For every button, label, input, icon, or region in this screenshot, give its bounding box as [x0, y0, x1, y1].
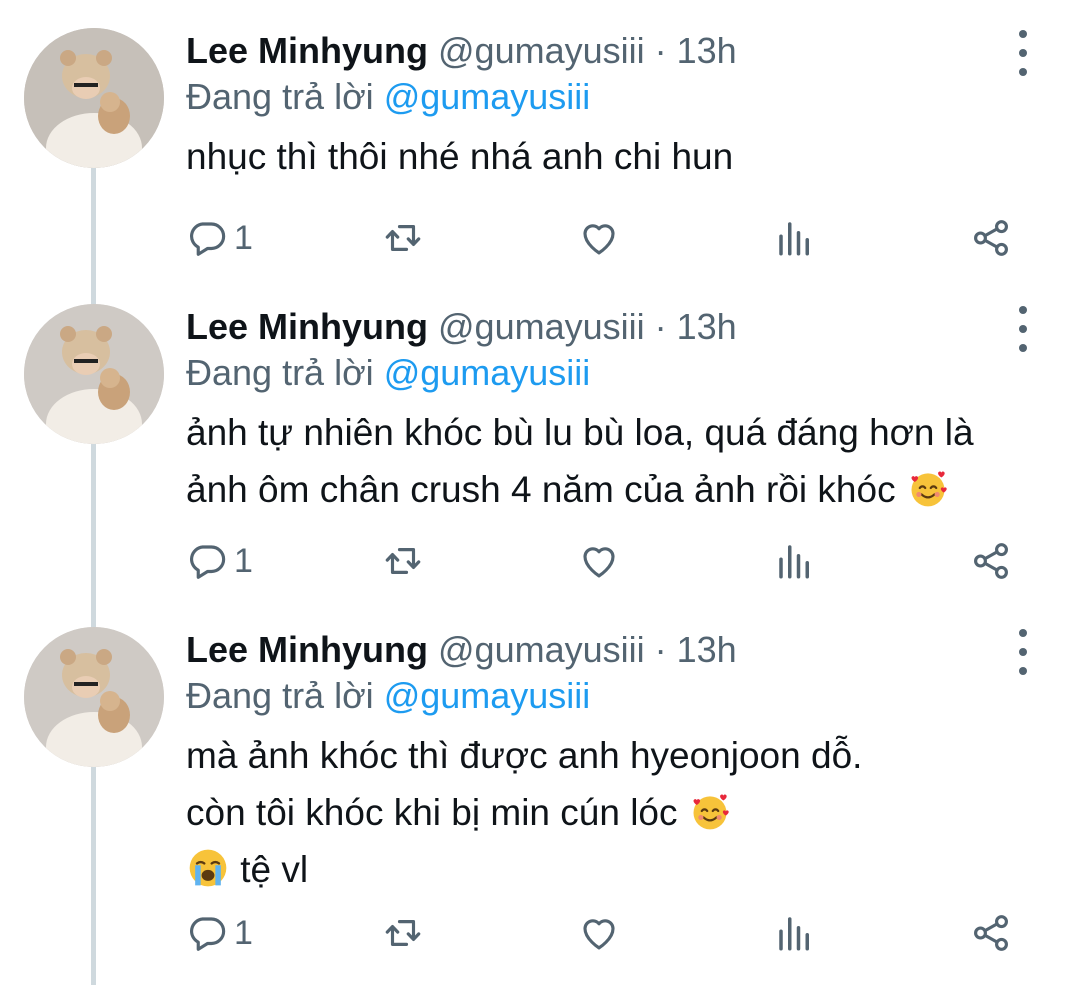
analytics-icon: [779, 917, 809, 951]
mention-link[interactable]: @gumayusiii: [384, 352, 591, 393]
more-vertical-icon: [1019, 30, 1027, 38]
separator: ·: [644, 306, 677, 347]
display-name[interactable]: Lee Minhyung: [186, 306, 428, 347]
tweet-text: ảnh tự nhiên khóc bù lu bù loa, quá đáng…: [186, 404, 1030, 518]
like-button[interactable]: [578, 536, 620, 586]
reply-count: 1: [234, 913, 253, 952]
tweet-header: Lee Minhyung @gumayusiii · 13h: [186, 627, 1030, 673]
heart-icon: [583, 919, 615, 950]
timestamp[interactable]: 13h: [677, 629, 737, 670]
retweet-icon: [385, 920, 421, 946]
avatar[interactable]: [24, 304, 164, 444]
replying-label: Đang trả lời: [186, 76, 384, 117]
tweet[interactable]: Lee Minhyung @gumayusiii · 13h Đang trả …: [0, 620, 1080, 985]
timestamp[interactable]: 13h: [677, 306, 737, 347]
tweet-text-line: còn tôi khóc khi bị min cún lóc: [186, 792, 678, 833]
reply-button[interactable]: 1: [186, 213, 253, 263]
handle[interactable]: @gumayusiii: [438, 30, 645, 71]
mention-link[interactable]: @gumayusiii: [384, 675, 591, 716]
more-vertical-icon: [1019, 306, 1027, 314]
handle[interactable]: @gumayusiii: [438, 629, 645, 670]
share-button[interactable]: [970, 908, 1012, 958]
more-dot: [1019, 667, 1027, 675]
like-button[interactable]: [578, 908, 620, 958]
analytics-button[interactable]: [774, 908, 816, 958]
retweet-button[interactable]: [382, 908, 424, 958]
more-dot: [1019, 648, 1027, 656]
separator: ·: [644, 30, 677, 71]
loudly-crying-face-emoji: [189, 849, 227, 887]
share-icon: [974, 543, 1008, 579]
replying-to: Đang trả lời @gumayusiii: [186, 350, 1030, 396]
share-button[interactable]: [970, 536, 1012, 586]
retweet-icon: [385, 548, 421, 574]
tweet-text-line: ảnh tự nhiên khóc bù lu bù loa, quá đáng…: [186, 412, 974, 453]
reply-icon: [190, 222, 226, 256]
reply-icon: [190, 545, 226, 579]
analytics-button[interactable]: [774, 213, 816, 263]
avatar[interactable]: [24, 627, 164, 767]
avatar-image: [24, 627, 164, 767]
analytics-button[interactable]: [774, 536, 816, 586]
tweet-text-line: mà ảnh khóc thì được anh hyeonjoon dỗ.: [186, 735, 863, 776]
replying-to: Đang trả lời @gumayusiii: [186, 673, 1030, 719]
more-options-button[interactable]: [1010, 306, 1036, 352]
replying-to: Đang trả lời @gumayusiii: [186, 74, 1030, 120]
heart-icon: [583, 224, 615, 255]
share-button[interactable]: [970, 213, 1012, 263]
reply-button[interactable]: 1: [186, 908, 253, 958]
action-bar: 1: [186, 536, 1026, 586]
retweet-button[interactable]: [382, 213, 424, 263]
reply-icon: [190, 917, 226, 951]
more-dot: [1019, 325, 1027, 333]
analytics-icon: [779, 222, 809, 256]
tweet-text-line: nhục thì thôi nhé nhá anh chi hun: [186, 136, 734, 177]
action-bar: 1: [186, 908, 1026, 958]
replying-label: Đang trả lời: [186, 675, 384, 716]
display-name[interactable]: Lee Minhyung: [186, 30, 428, 71]
like-button[interactable]: [578, 213, 620, 263]
reply-count: 1: [234, 541, 253, 580]
tweet-header: Lee Minhyung @gumayusiii · 13h: [186, 304, 1030, 350]
tweet[interactable]: Lee Minhyung @gumayusiii · 13h Đang trả …: [0, 0, 1080, 300]
tweet-text-line: tệ vl: [240, 849, 309, 890]
reply-button[interactable]: 1: [186, 536, 253, 586]
more-vertical-icon: [1019, 629, 1027, 637]
heart-icon: [583, 547, 615, 578]
more-dot: [1019, 344, 1027, 352]
tweet[interactable]: Lee Minhyung @gumayusiii · 13h Đang trả …: [0, 300, 1080, 620]
replying-label: Đang trả lời: [186, 352, 384, 393]
timestamp[interactable]: 13h: [677, 30, 737, 71]
tweet-text: nhục thì thôi nhé nhá anh chi hun: [186, 128, 1030, 185]
share-icon: [974, 220, 1008, 256]
retweet-icon: [385, 225, 421, 251]
retweet-button[interactable]: [382, 536, 424, 586]
reply-count: 1: [234, 218, 253, 257]
more-dot: [1019, 68, 1027, 76]
avatar-image: [24, 304, 164, 444]
handle[interactable]: @gumayusiii: [438, 306, 645, 347]
more-dot: [1019, 49, 1027, 57]
avatar-image: [24, 28, 164, 168]
action-bar: 1: [186, 213, 1026, 263]
display-name[interactable]: Lee Minhyung: [186, 629, 428, 670]
mention-link[interactable]: @gumayusiii: [384, 76, 591, 117]
tweet-header: Lee Minhyung @gumayusiii · 13h: [186, 28, 1030, 74]
smiling-face-with-hearts-emoji: [911, 471, 947, 507]
more-options-button[interactable]: [1010, 629, 1036, 675]
tweet-text-line: ảnh ôm chân crush 4 năm của ảnh rồi khóc: [186, 469, 896, 510]
separator: ·: [644, 629, 677, 670]
tweet-text: mà ảnh khóc thì được anh hyeonjoon dỗ. cò…: [186, 727, 1030, 898]
share-icon: [974, 915, 1008, 951]
more-options-button[interactable]: [1010, 30, 1036, 76]
smiling-face-with-hearts-emoji: [693, 794, 729, 830]
analytics-icon: [779, 545, 809, 579]
avatar[interactable]: [24, 28, 164, 168]
